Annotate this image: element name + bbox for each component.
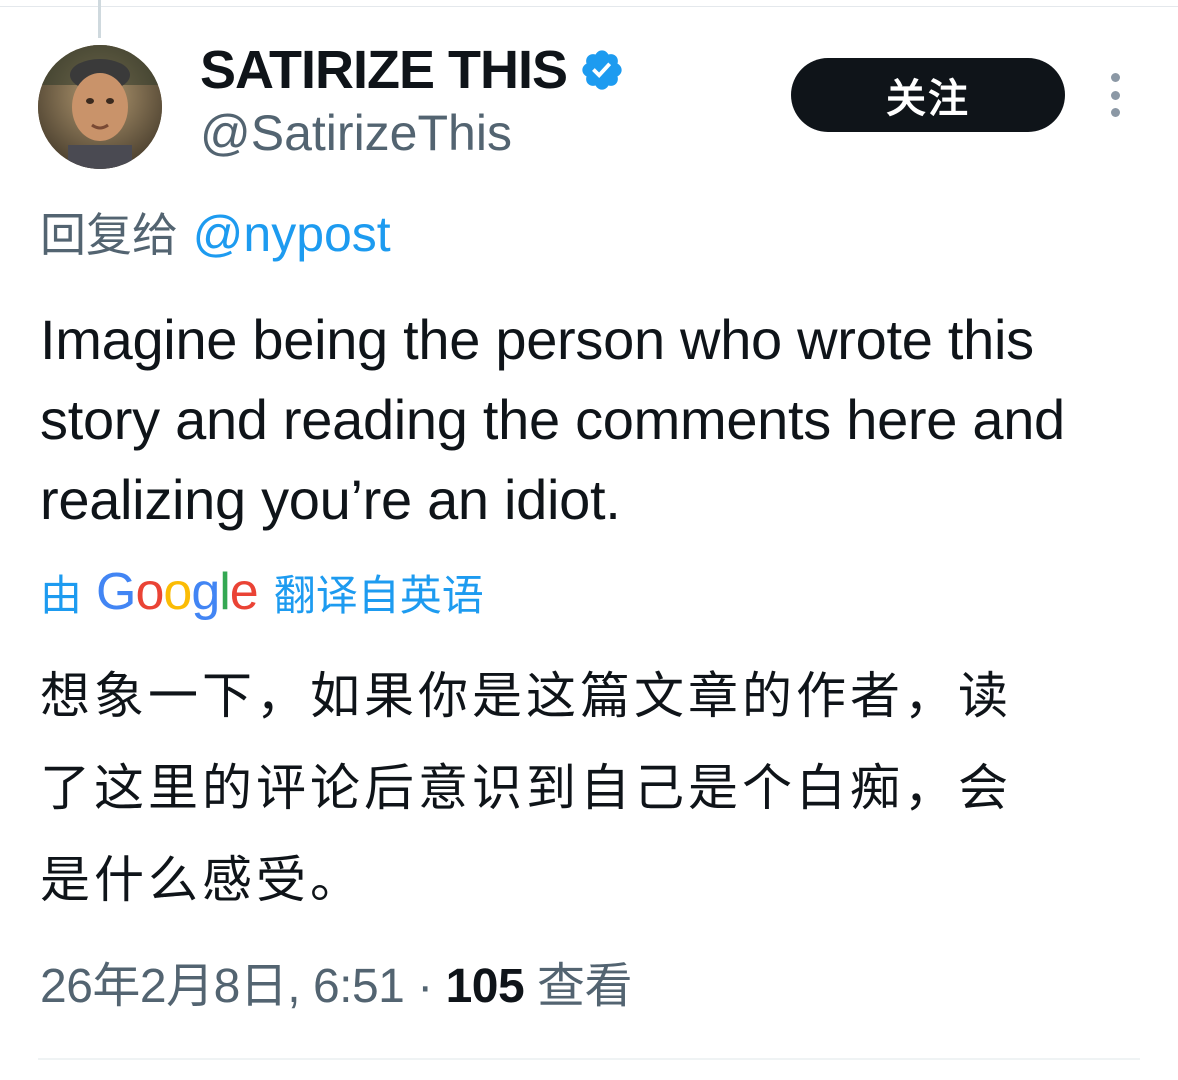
tweet-text: Imagine being the person who wrote this … bbox=[40, 308, 1065, 531]
reply-mention-link[interactable]: @nypost bbox=[193, 206, 391, 262]
views-count: 105 bbox=[445, 960, 525, 1013]
reply-prefix: 回复给 bbox=[40, 208, 178, 262]
tweet-meta: 26年2月8日, 6:51 · 105 查看 bbox=[40, 955, 633, 1019]
user-handle[interactable]: @SatirizeThis bbox=[200, 103, 512, 163]
google-logo: Google bbox=[96, 563, 259, 621]
top-divider bbox=[0, 6, 1178, 7]
timestamp[interactable]: 26年2月8日, 6:51 bbox=[40, 960, 405, 1013]
reply-to-line: 回复给 @nypost bbox=[40, 204, 391, 265]
display-name[interactable]: SATIRIZE THIS bbox=[200, 38, 568, 102]
more-vertical-icon[interactable] bbox=[1103, 73, 1127, 117]
follow-button[interactable]: 关注 bbox=[791, 58, 1065, 132]
verified-badge-icon bbox=[579, 47, 625, 93]
avatar-image bbox=[38, 45, 162, 169]
views-label: 查看 bbox=[537, 960, 633, 1013]
translated-text: 想象一下，如果你是这篇文章的作者，读了这里的评论后意识到自己是个白痴，会是什么感… bbox=[40, 667, 1012, 909]
translation-source-link[interactable]: 翻译自英语 bbox=[274, 562, 484, 623]
meta-separator: · bbox=[417, 960, 433, 1013]
avatar[interactable] bbox=[38, 45, 162, 169]
translated-by-row: 由 Google 翻译自英语 bbox=[40, 560, 484, 624]
translation-prefix: 由 bbox=[40, 570, 83, 620]
thread-connector-line bbox=[98, 0, 101, 38]
display-name-row: SATIRIZE THIS bbox=[200, 38, 625, 102]
bottom-divider bbox=[38, 1058, 1140, 1060]
